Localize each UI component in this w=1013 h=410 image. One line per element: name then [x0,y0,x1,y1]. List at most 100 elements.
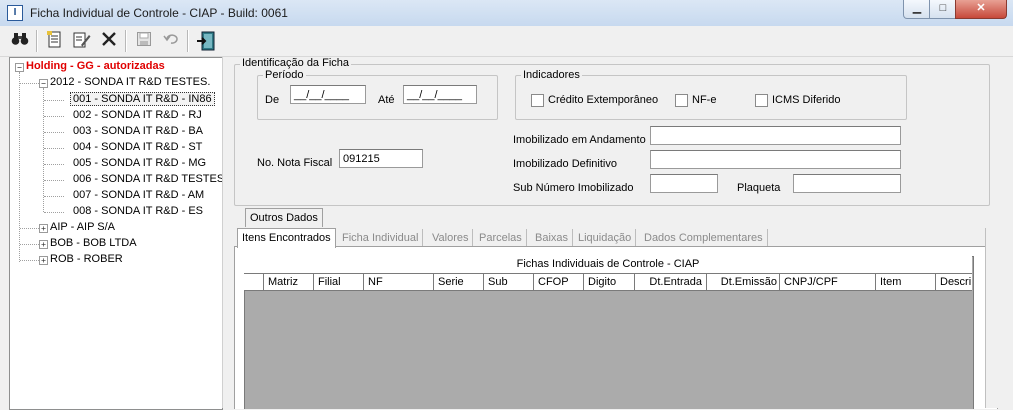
tree-item-004[interactable]: 004 - SONDA IT R&D - ST [73,141,202,153]
title-bar: I Ficha Individual de Controle - CIAP - … [0,0,1013,27]
tree-item-2012[interactable]: 2012 - SONDA IT R&D TESTES. [50,76,210,88]
credito-label: Crédito Extemporâneo [548,94,659,106]
app-logo-icon[interactable]: I [7,5,23,21]
tree-item-006[interactable]: 006 - SONDA IT R&D TESTES - [73,173,222,185]
tree-item-001[interactable]: 001 - SONDA IT R&D - IN86 [70,92,215,106]
tab-baixas[interactable]: Baixas [531,229,574,247]
company-tree[interactable]: − Holding - GG - autorizadas − 2012 - SO… [9,57,223,410]
delete-icon[interactable] [99,31,119,51]
collapse-icon[interactable]: − [39,79,48,88]
grid-col-indicator[interactable] [244,274,264,291]
binoculars-search-icon[interactable] [10,31,30,51]
tree-line [19,72,20,262]
tree-line [44,212,64,213]
close-button[interactable]: ✕ [955,0,1007,19]
tab-dados-complementares[interactable]: Dados Complementares [640,229,768,247]
tree-line [44,132,64,133]
nota-fiscal-field[interactable]: 091215 [339,149,423,168]
grid-col-digito[interactable]: Digito [584,274,635,291]
tree-line [20,83,39,84]
tree-root-holding[interactable]: Holding - GG - autorizadas [26,60,165,72]
grid-col-cfop[interactable]: CFOP [534,274,584,291]
collapse-icon[interactable]: − [15,63,24,72]
tree-item-rob[interactable]: ROB - ROBER [50,253,123,265]
tab-parcelas[interactable]: Parcelas [475,229,527,247]
new-document-icon[interactable] [45,31,65,51]
toolbar-separator [125,30,127,52]
grid-col-nf[interactable]: NF [364,274,434,291]
plaqueta-field[interactable] [793,174,901,193]
maximize-icon: □ [939,2,947,14]
tree-line [44,180,64,181]
tree-item-bob[interactable]: BOB - BOB LTDA [50,237,137,249]
sub-numero-label: Sub Número Imobilizado [513,182,634,194]
vertical-scrollbar[interactable] [985,228,1002,408]
ate-date-field[interactable]: __/__/____ [403,85,477,104]
grid-col-serie[interactable]: Serie [434,274,484,291]
grid-col-cnpj[interactable]: CNPJ/CPF [780,274,876,291]
save-icon[interactable] [134,31,154,51]
tab-liquidacao[interactable]: Liquidação [574,229,637,247]
grid-title: Fichas Individuais de Controle - CIAP [244,256,972,274]
icms-label: ICMS Diferido [772,94,841,106]
indicadores-label: Indicadores [521,69,582,81]
tree-line [20,244,39,245]
imob-definitivo-label: Imobilizado Definitivo [513,158,617,170]
ate-label: Até [378,94,395,106]
tree-item-003[interactable]: 003 - SONDA IT R&D - BA [73,125,203,137]
tab-outros-dados[interactable]: Outros Dados [245,208,323,227]
tree-item-008[interactable]: 008 - SONDA IT R&D - ES [73,205,203,217]
grid-col-dt-entrada[interactable]: Dt.Entrada [635,274,707,291]
sub-numero-field[interactable] [650,174,718,193]
expand-icon[interactable]: + [39,240,48,249]
tree-item-002[interactable]: 002 - SONDA IT R&D - RJ [73,109,202,121]
de-date-field[interactable]: __/__/____ [290,85,366,104]
ficha-group-label: Identificação da Ficha [240,57,352,69]
imob-andamento-label: Imobilizado em Andamento [513,134,646,146]
plaqueta-label: Plaqueta [737,182,781,194]
minimize-icon: ▁ [912,2,922,14]
credito-checkbox[interactable] [531,94,544,107]
grid-col-matriz[interactable]: Matriz [264,274,314,291]
icms-checkbox[interactable] [755,94,768,107]
de-label: De [265,94,280,106]
grid-col-item[interactable]: Item [876,274,936,291]
nota-label: No. Nota Fiscal [257,157,333,169]
undo-icon[interactable] [161,31,181,51]
tree-item-005[interactable]: 005 - SONDA IT R&D - MG [73,157,206,169]
tab-valores[interactable]: Valores [428,229,474,247]
periodo-label: Período [263,69,306,81]
grid-col-dt-emissao[interactable]: Dt.Emissão [707,274,780,291]
tree-line [20,228,39,229]
maximize-button[interactable]: □ [929,0,957,19]
toolbar-separator [187,30,189,52]
nfe-label: NF-e [692,94,717,106]
tree-line [44,148,64,149]
grid-col-sub[interactable]: Sub [484,274,534,291]
grid-col-descricao[interactable]: Descri [936,274,972,291]
tab-ficha-individual[interactable]: Ficha Individual [338,229,424,247]
tree-line [43,88,44,212]
tree-item-aip[interactable]: AIP - AIP S/A [50,221,115,233]
grid-col-filial[interactable]: Filial [314,274,364,291]
close-icon: ✕ [976,2,986,14]
nfe-checkbox[interactable] [675,94,688,107]
tree-line [44,196,64,197]
tree-line [44,164,64,165]
tree-item-007[interactable]: 007 - SONDA IT R&D - AM [73,189,204,201]
imob-definitivo-field[interactable] [650,150,901,169]
exit-door-icon[interactable] [196,31,216,51]
tree-line [44,116,64,117]
toolbar [0,26,1013,57]
toolbar-separator [36,30,38,52]
window-title: Ficha Individual de Controle - CIAP - Bu… [30,6,288,20]
expand-icon[interactable]: + [39,256,48,265]
edit-icon[interactable] [72,31,92,51]
tree-line [20,260,39,261]
pane-splitter[interactable] [222,57,227,408]
imob-andamento-field[interactable] [650,126,901,145]
tree-line [44,100,64,101]
expand-icon[interactable]: + [39,224,48,233]
minimize-button[interactable]: ▁ [903,0,931,19]
tab-itens-encontrados[interactable]: Itens Encontrados [237,228,336,248]
